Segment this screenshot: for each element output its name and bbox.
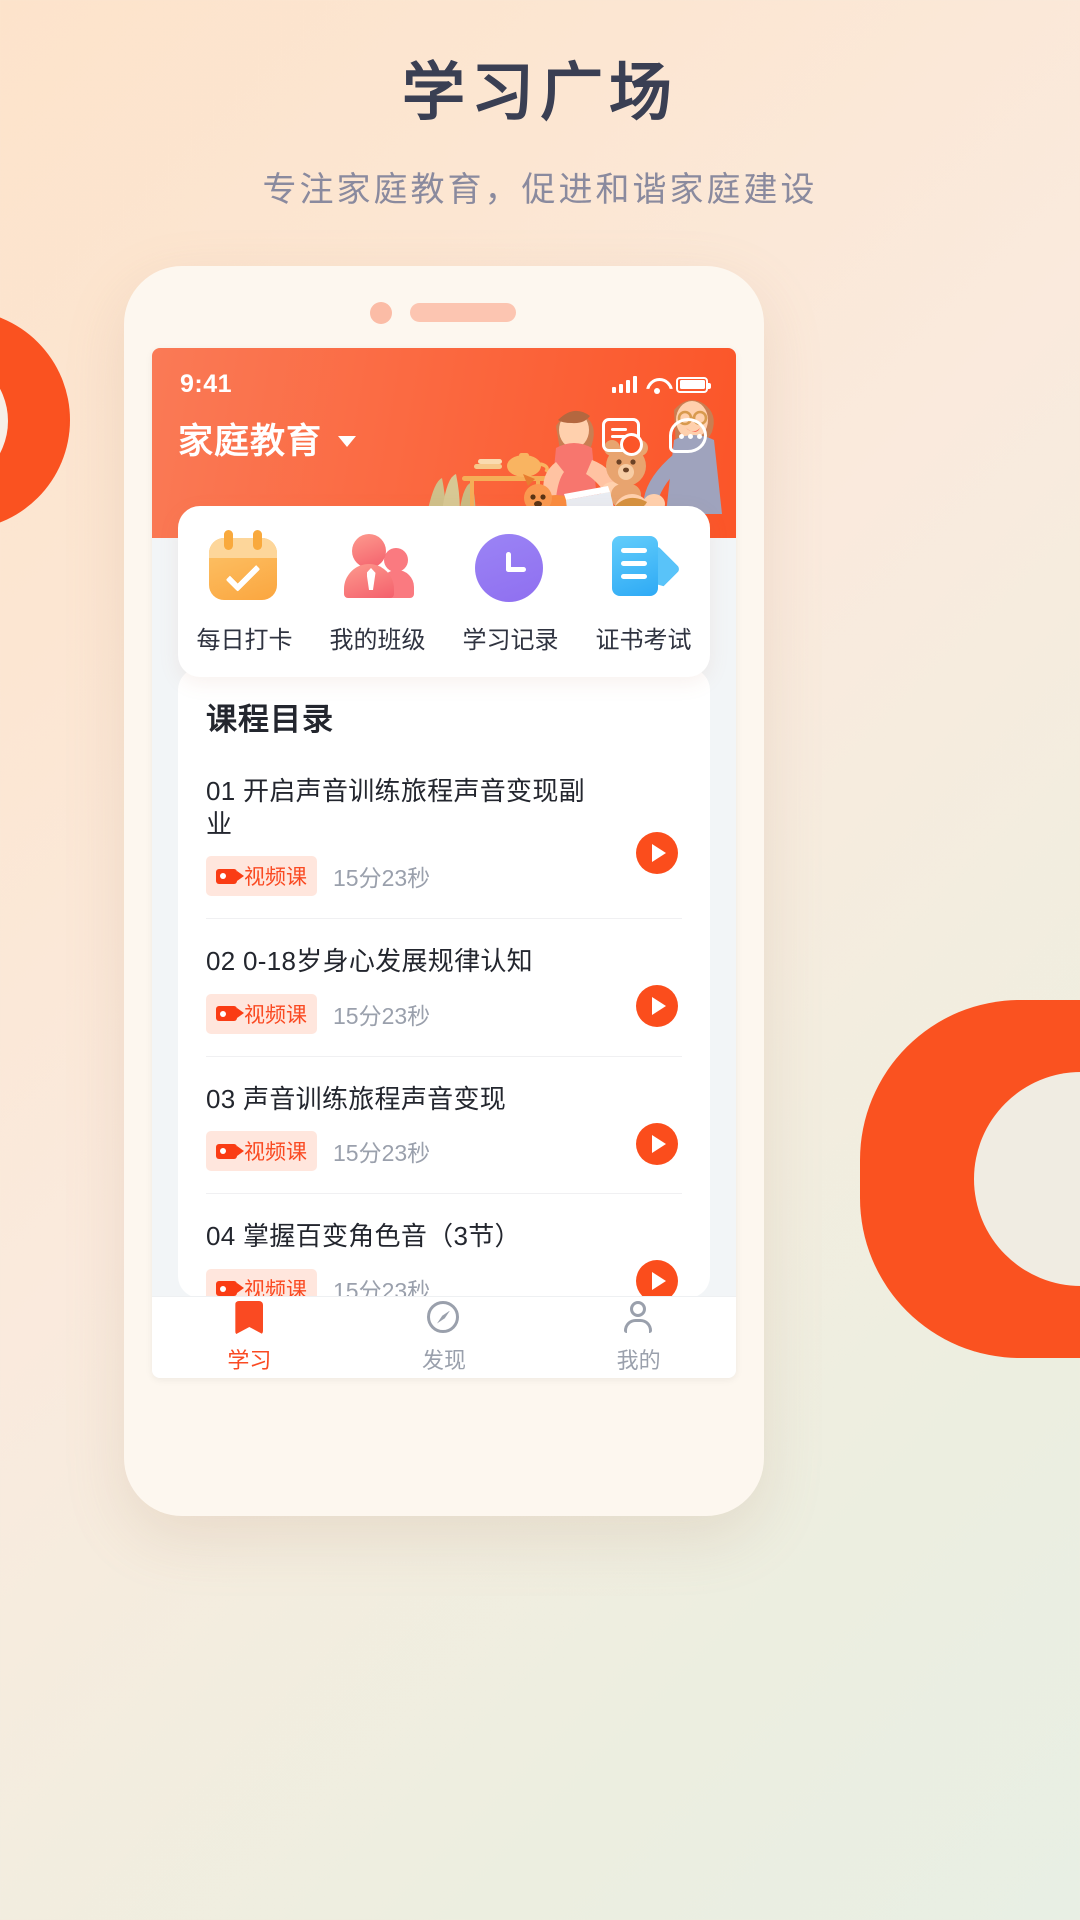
quick-actions-card: 每日打卡 我的班级 学习记录 证书考试 — [178, 506, 710, 677]
tab-label: 发现 — [422, 1347, 467, 1373]
chat-bubble-icon[interactable] — [669, 418, 710, 459]
play-icon[interactable] — [636, 831, 678, 874]
course-title: 04 掌握百变角色音（3节） — [206, 1221, 521, 1251]
course-duration: 15分23秒 — [333, 1277, 431, 1299]
page-title: 学习广场 — [402, 58, 678, 128]
play-icon[interactable] — [636, 1122, 678, 1165]
course-type-badge: 视频课 — [206, 1131, 317, 1171]
quick-action-label: 证书考试 — [595, 627, 692, 654]
course-type-badge: 视频课 — [206, 856, 317, 896]
course-type-label: 视频课 — [244, 1003, 307, 1027]
quick-action-certificate-exam[interactable]: 证书考试 — [577, 532, 710, 655]
course-duration: 15分23秒 — [333, 1140, 431, 1166]
video-camera-icon — [216, 868, 244, 884]
course-title: 03 声音训练旅程声音变现 — [206, 1083, 507, 1114]
decorative-ring-left — [0, 310, 70, 530]
note-check-icon[interactable] — [602, 418, 643, 459]
quick-action-study-record[interactable]: 学习记录 — [444, 532, 577, 655]
quick-action-label: 学习记录 — [462, 627, 559, 654]
play-icon[interactable] — [636, 1260, 678, 1298]
course-list-item[interactable]: 01 开启声音训练旅程声音变现副业 视频课 15分23秒 — [206, 749, 682, 919]
compass-icon — [427, 1300, 461, 1335]
signal-bars-icon — [612, 376, 637, 393]
book-icon — [232, 1300, 266, 1335]
course-type-badge: 视频课 — [206, 1268, 317, 1299]
course-type-badge: 视频课 — [206, 993, 317, 1034]
tab-mine[interactable]: 我的 — [541, 1300, 736, 1375]
tab-label: 学习 — [227, 1347, 272, 1373]
quick-action-daily-checkin[interactable]: 每日打卡 — [178, 530, 311, 655]
tab-discover[interactable]: 发现 — [347, 1300, 542, 1375]
course-list-item[interactable]: 03 声音训练旅程声音变现 视频课 15分23秒 — [206, 1057, 682, 1194]
app-screen: 9:41 家庭教育 每日打卡 我的班级 学习记录 证书考试 课程目录 01 开启… — [152, 348, 736, 1378]
status-time: 9:41 — [180, 370, 233, 398]
course-meta: 视频课 15分23秒 — [206, 856, 682, 896]
people-group-icon — [342, 532, 414, 604]
status-bar: 9:41 — [152, 348, 736, 399]
video-camera-icon — [216, 1143, 244, 1159]
status-indicators — [612, 376, 711, 394]
course-type-label: 视频课 — [244, 1278, 307, 1299]
course-title: 01 开启声音训练旅程声音变现副业 — [206, 776, 585, 839]
app-nav-title[interactable]: 家庭教育 — [178, 413, 322, 464]
course-title: 02 0-18岁身心发展规律认知 — [206, 946, 533, 976]
tab-label: 我的 — [616, 1347, 661, 1373]
quick-action-my-class[interactable]: 我的班级 — [311, 532, 444, 655]
chevron-down-icon[interactable] — [338, 436, 357, 447]
play-icon[interactable] — [636, 985, 678, 1028]
course-list-item[interactable]: 02 0-18岁身心发展规律认知 视频课 15分23秒 — [206, 919, 682, 1057]
course-meta: 视频课 15分23秒 — [206, 993, 682, 1034]
wifi-icon — [646, 377, 667, 394]
calendar-check-icon — [208, 530, 281, 604]
video-camera-icon — [216, 1006, 244, 1021]
quick-action-label: 每日打卡 — [196, 627, 293, 654]
tab-study[interactable]: 学习 — [152, 1300, 347, 1375]
course-meta: 视频课 15分23秒 — [206, 1268, 682, 1299]
clock-icon — [474, 532, 547, 604]
course-list-card: 课程目录 01 开启声音训练旅程声音变现副业 视频课 15分23秒 02 0-1… — [178, 668, 710, 1298]
course-list-heading: 课程目录 — [206, 702, 334, 737]
quick-action-label: 我的班级 — [329, 627, 426, 654]
person-icon — [622, 1300, 656, 1335]
course-duration: 15分23秒 — [333, 1002, 431, 1029]
page-header: 学习广场 专注家庭教育，促进和谐家庭建设 — [0, 56, 1080, 211]
course-type-label: 视频课 — [244, 1141, 307, 1164]
course-meta: 视频课 15分23秒 — [206, 1131, 682, 1171]
course-type-label: 视频课 — [244, 866, 307, 889]
battery-icon — [676, 376, 711, 393]
app-nav-bar: 家庭教育 — [152, 399, 736, 464]
page-subtitle: 专注家庭教育，促进和谐家庭建设 — [262, 170, 818, 209]
bottom-tab-bar: 学习 发现 我的 — [152, 1296, 736, 1378]
course-list-item[interactable]: 04 掌握百变角色音（3节） 视频课 15分23秒 — [206, 1194, 682, 1298]
document-pen-icon — [608, 532, 680, 604]
course-duration: 15分23秒 — [333, 865, 431, 891]
phone-camera-dot — [370, 302, 392, 324]
phone-speaker-bar — [410, 303, 516, 322]
video-camera-icon — [216, 1281, 244, 1296]
